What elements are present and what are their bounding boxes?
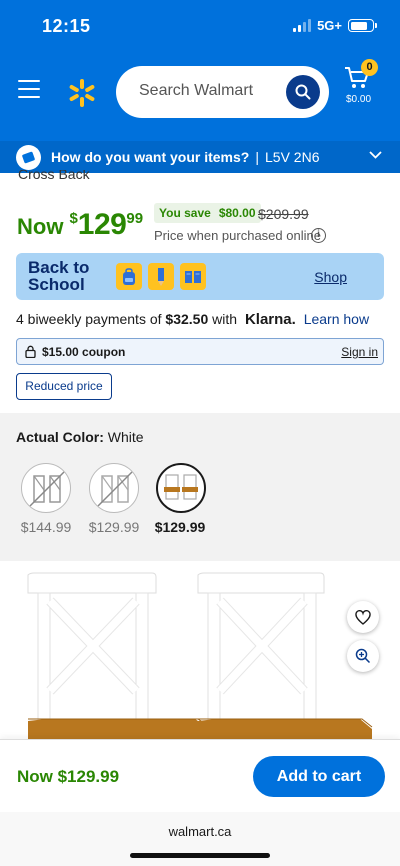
coupon-banner: $15.00 coupon Sign in xyxy=(16,338,384,365)
klarna-amount: $32.50 xyxy=(165,311,209,327)
info-icon[interactable]: i xyxy=(311,228,326,243)
swatch-3-price: $129.99 xyxy=(154,519,206,535)
you-save-amount: $80.00 xyxy=(218,206,256,220)
current-price: Now $12999 xyxy=(17,208,143,242)
price-note: Price when purchased online xyxy=(154,228,321,243)
signal-icon xyxy=(293,19,312,32)
menu-icon[interactable] xyxy=(18,80,40,104)
bts-shop-link[interactable]: Shop xyxy=(314,269,347,285)
chair-thumbnail-icon xyxy=(164,474,198,500)
network-label: 5G+ xyxy=(317,18,342,33)
color-picker: Actual Color: White $144.99 $129.99 $129… xyxy=(0,413,400,561)
cart-button[interactable]: 0 $0.00 xyxy=(344,59,384,110)
color-swatch-3-selected[interactable] xyxy=(156,463,206,513)
url-text: walmart.ca xyxy=(168,824,232,839)
reduced-price-badge: Reduced price xyxy=(16,373,112,400)
favorite-button[interactable] xyxy=(347,601,379,633)
search-input[interactable]: Search Walmart xyxy=(116,66,329,118)
delivery-question: How do you want your items? xyxy=(51,149,250,165)
delivery-postal-code: L5V 2N6 xyxy=(265,149,320,165)
status-bar: 12:15 5G+ xyxy=(0,0,400,52)
product-image xyxy=(27,572,373,739)
price-cents: 99 xyxy=(126,210,144,227)
search-placeholder: Search Walmart xyxy=(139,82,254,99)
was-price: $209.99 xyxy=(258,206,309,222)
bts-title: Back to School xyxy=(28,258,90,294)
color-swatch-1[interactable] xyxy=(21,463,71,513)
you-save-label: You save xyxy=(159,206,211,220)
delivery-text: How do you want your items? | L5V 2N6 xyxy=(51,149,319,165)
color-value: White xyxy=(107,429,144,445)
swatch-1-price: $144.99 xyxy=(20,519,72,535)
klarna-with: with xyxy=(212,311,238,327)
klarna-prefix: 4 biweekly payments of xyxy=(16,311,162,327)
coupon-label: $15.00 coupon xyxy=(42,345,126,359)
cart-total: $0.00 xyxy=(346,94,372,105)
delivery-selector[interactable]: How do you want your items? | L5V 2N6 xyxy=(0,141,400,173)
you-save-badge: You save $80.00 xyxy=(154,203,261,223)
chair-thumbnail-icon xyxy=(27,469,67,509)
price-now-label: Now xyxy=(17,214,64,239)
price-main: 129 xyxy=(77,208,127,241)
app-header: 12:15 5G+ Search Walmart 0 $0.00 xyxy=(0,0,400,141)
price-dollar-sign: $ xyxy=(69,210,78,227)
bts-illustrations xyxy=(116,263,206,290)
coupon-sign-in-link[interactable]: Sign in xyxy=(341,345,378,359)
klarna-learn-how-link[interactable]: Learn how xyxy=(304,311,369,327)
cart-count-badge: 0 xyxy=(361,59,378,76)
back-to-school-banner[interactable]: Back to School Shop xyxy=(16,253,384,300)
walmart-spark-logo[interactable] xyxy=(66,77,98,109)
chair-thumbnail-icon xyxy=(95,469,135,509)
battery-icon xyxy=(348,19,377,32)
swatch-2-price: $129.99 xyxy=(88,519,140,535)
zoom-button[interactable] xyxy=(347,640,379,672)
search-icon xyxy=(295,84,311,100)
backpack-icon xyxy=(116,263,142,290)
color-label: Actual Color: xyxy=(16,429,104,445)
delivery-icon xyxy=(16,145,41,170)
actual-color-label: Actual Color: White xyxy=(16,429,144,445)
add-to-cart-button[interactable]: Add to cart xyxy=(253,756,385,797)
bottom-price: Now $129.99 xyxy=(17,767,120,786)
zoom-in-icon xyxy=(355,648,371,664)
color-swatch-2[interactable] xyxy=(89,463,139,513)
home-indicator[interactable] xyxy=(130,853,270,858)
product-image-gallery[interactable] xyxy=(0,561,400,739)
product-title-partial: Cross Back xyxy=(18,170,90,182)
klarna-financing: 4 biweekly payments of $32.50 with Klarn… xyxy=(16,311,369,328)
klarna-logo: Klarna. xyxy=(244,311,296,328)
browser-url-bar[interactable]: walmart.ca xyxy=(0,812,400,866)
delivery-separator: | xyxy=(255,149,259,165)
heart-icon xyxy=(355,609,371,625)
book-icon xyxy=(180,263,206,290)
sticky-add-to-cart-bar: Now $129.99 Add to cart xyxy=(0,739,400,812)
chevron-down-icon xyxy=(369,151,382,159)
status-indicators: 5G+ xyxy=(293,18,377,33)
pencil-icon xyxy=(148,263,174,290)
lock-icon xyxy=(25,345,36,358)
search-button[interactable] xyxy=(286,75,320,109)
status-time: 12:15 xyxy=(42,16,91,36)
